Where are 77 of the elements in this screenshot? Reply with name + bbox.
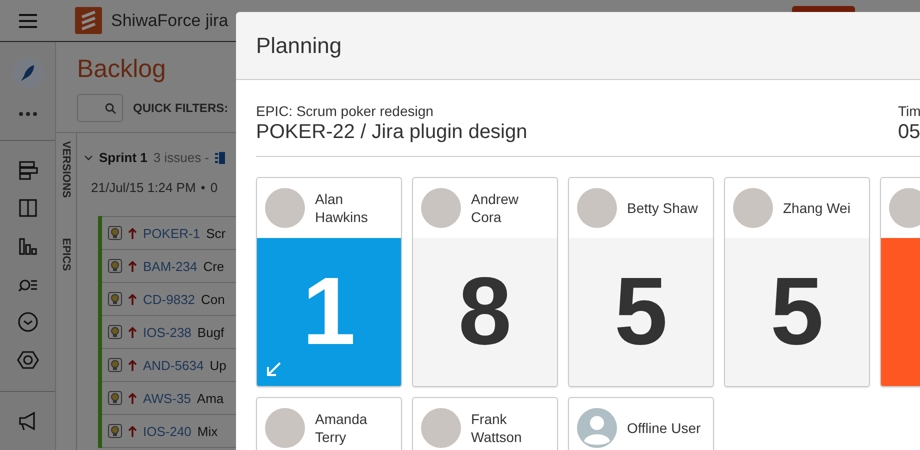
bulb-icon xyxy=(108,325,122,339)
list-icon[interactable] xyxy=(215,152,226,164)
vote-card[interactable]: Zhang Wei 5 xyxy=(724,177,870,387)
separator-dot: • xyxy=(200,180,206,195)
sprint-dates-tail: 0 xyxy=(210,180,218,195)
issue-title: POKER-22 / Jira plugin design xyxy=(256,121,528,144)
issue-summary: Up xyxy=(210,358,226,372)
side-tab[interactable]: VERSIONS xyxy=(60,141,72,198)
voter-name: Zhang Wei xyxy=(783,199,852,217)
priority-up-icon xyxy=(128,426,137,436)
issue-summary: Mix xyxy=(197,424,218,438)
project-avatar[interactable] xyxy=(12,58,42,88)
app-title: ShiwaForce jira xyxy=(111,10,228,30)
bulb-icon xyxy=(108,391,122,405)
voter-name: Betty Shaw xyxy=(627,199,699,217)
sprint-dates: 21/Jul/15 1:24 PM xyxy=(91,180,196,195)
bulb-icon xyxy=(108,259,122,273)
backlog-icon[interactable] xyxy=(16,159,38,181)
quick-filters-label: QUICK FILTERS: xyxy=(133,101,228,115)
bulb-icon xyxy=(108,226,122,240)
vote-card[interactable]: Betty Shaw 5 xyxy=(568,177,714,387)
dialog-title: Planning xyxy=(256,32,342,58)
issue-summary: Scr xyxy=(206,226,226,240)
avatar-placeholder xyxy=(265,188,305,228)
vote-number: 1 xyxy=(302,264,356,360)
vote-card[interactable]: Alan Hawkins 1 xyxy=(256,177,402,387)
side-tab[interactable]: EPICS xyxy=(60,238,72,271)
vote-number: 5 xyxy=(614,264,668,360)
priority-up-icon xyxy=(128,294,137,304)
priority-up-icon xyxy=(128,360,137,370)
issue-key[interactable]: IOS-240 xyxy=(143,424,192,438)
sprint-name: Sprint 1 xyxy=(99,150,148,165)
issue-key[interactable]: AWS-35 xyxy=(143,390,191,406)
avatar-placeholder xyxy=(577,188,617,228)
page-title: Backlog xyxy=(77,55,167,84)
search-field[interactable] xyxy=(77,94,123,122)
issue-key[interactable]: POKER-1 xyxy=(143,226,200,240)
issue-count: 3 issues - xyxy=(153,150,210,165)
more-icon[interactable] xyxy=(18,112,36,116)
bulb-icon xyxy=(108,292,122,306)
vote-number: 5 xyxy=(770,264,824,360)
voter-name: Frank Wattson xyxy=(471,410,523,446)
voter-name: Offline User xyxy=(627,419,702,437)
priority-up-icon xyxy=(128,228,137,238)
arrow-icon[interactable] xyxy=(266,361,282,377)
priority-up-icon xyxy=(128,392,137,404)
issue-summary: Ama xyxy=(196,390,224,406)
menu-icon[interactable] xyxy=(19,14,37,28)
issue-summary: Cre xyxy=(203,258,224,274)
logo-icon[interactable] xyxy=(75,7,102,34)
voter-name: Andrew Cora xyxy=(471,190,520,226)
vote-number: 8 xyxy=(458,264,512,360)
issue-key[interactable]: BAM-234 xyxy=(143,258,198,274)
epic-label: EPIC: Scrum poker redesign xyxy=(256,103,434,119)
priority-up-icon xyxy=(128,260,137,272)
priority-up-icon xyxy=(128,326,137,338)
avatar-placeholder xyxy=(733,188,773,228)
issue-key[interactable]: IOS-238 xyxy=(143,324,192,340)
hexagon-icon[interactable] xyxy=(16,349,38,371)
voter-name: Amanda Terry xyxy=(315,410,368,446)
timer-label: Tim xyxy=(898,103,920,119)
avatar-placeholder xyxy=(889,188,920,228)
issue-key[interactable]: CD-9832 xyxy=(143,292,196,306)
issue-summary: Con xyxy=(201,292,225,306)
timer-value: 05 xyxy=(898,121,920,144)
search-icon xyxy=(105,102,116,114)
avatar-placeholder xyxy=(421,188,461,228)
bulb-icon xyxy=(108,424,122,438)
bulb-icon xyxy=(108,358,122,372)
vote-card[interactable]: Andrew Cora 8 xyxy=(412,177,558,387)
issue-row[interactable]: IOS-240 Mix xyxy=(102,414,236,448)
caret-icon[interactable] xyxy=(84,153,93,162)
reports-icon[interactable] xyxy=(16,235,38,257)
issue-key[interactable]: AND-5634 xyxy=(143,358,204,372)
issue-summary: Bugf xyxy=(197,324,224,340)
voter-name: Alan Hawkins xyxy=(315,190,369,226)
board-icon[interactable] xyxy=(16,197,38,219)
